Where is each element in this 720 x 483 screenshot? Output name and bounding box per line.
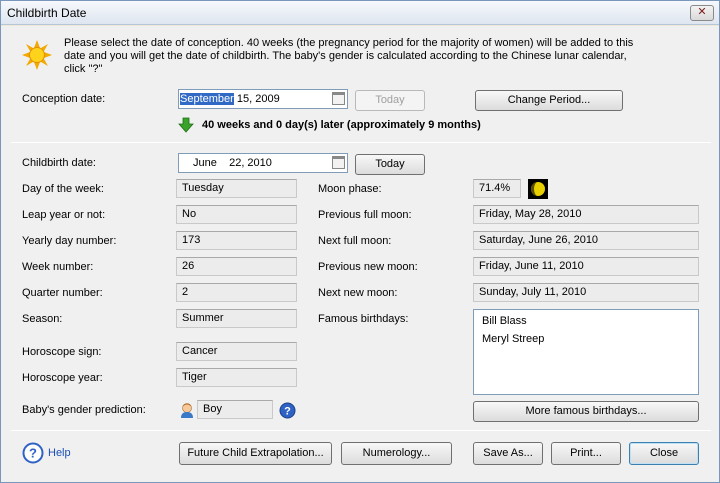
help-link[interactable]: Help xyxy=(48,447,71,459)
intro-line-3: click "?" xyxy=(64,63,103,75)
conception-month[interactable]: September xyxy=(180,93,234,105)
childbirth-date-window: Childbirth Date ✕ Please select the date… xyxy=(0,0,720,483)
famous-birthdays-label: Famous birthdays: xyxy=(318,313,409,325)
gender-help-button[interactable]: ? xyxy=(279,402,296,419)
next-full-moon-label: Next full moon: xyxy=(318,235,392,247)
more-famous-birthdays-button[interactable]: More famous birthdays... xyxy=(473,401,699,422)
next-new-moon-value: Sunday, July 11, 2010 xyxy=(473,283,699,302)
separator xyxy=(11,142,711,143)
intro-line-2: date and you will get the date of childb… xyxy=(64,50,627,62)
boy-icon xyxy=(181,403,193,418)
list-item[interactable]: Meryl Streep xyxy=(482,331,690,349)
conception-date-label: Conception date: xyxy=(22,93,106,105)
conception-date-picker[interactable]: September 15, 2009 xyxy=(178,89,348,109)
change-period-button[interactable]: Change Period... xyxy=(475,90,623,111)
season-label: Season: xyxy=(22,313,63,325)
previous-full-moon-label: Previous full moon: xyxy=(318,209,412,221)
yearly-day-number-label: Yearly day number: xyxy=(22,235,117,247)
dialog-body: Please select the date of conception. 40… xyxy=(1,26,719,482)
childbirth-date-label: Childbirth date: xyxy=(22,157,96,169)
print-button[interactable]: Print... xyxy=(551,442,621,465)
childbirth-today-button[interactable]: Today xyxy=(355,154,425,175)
previous-full-moon-value: Friday, May 28, 2010 xyxy=(473,205,699,224)
intro-line-1: Please select the date of conception. 40… xyxy=(64,37,634,49)
save-as-button[interactable]: Save As... xyxy=(473,442,543,465)
horoscope-year-value: Tiger xyxy=(176,368,297,387)
close-button[interactable]: Close xyxy=(629,442,699,465)
moon-phase-label: Moon phase: xyxy=(318,183,382,195)
sun-icon xyxy=(22,40,52,70)
next-full-moon-value: Saturday, June 26, 2010 xyxy=(473,231,699,250)
horoscope-sign-label: Horoscope sign: xyxy=(22,346,102,358)
gender-prediction-label: Baby's gender prediction: xyxy=(22,404,146,416)
window-close-button[interactable]: ✕ xyxy=(690,5,714,21)
previous-new-moon-label: Previous new moon: xyxy=(318,261,418,273)
title-bar: Childbirth Date ✕ xyxy=(1,1,719,25)
famous-birthdays-list[interactable]: Bill Blass Meryl Streep xyxy=(473,309,699,395)
moon-phase-value: 71.4% xyxy=(473,179,521,198)
leap-year-label: Leap year or not: xyxy=(22,209,106,221)
previous-new-moon-value: Friday, June 11, 2010 xyxy=(473,257,699,276)
calendar-icon[interactable] xyxy=(332,156,345,169)
conception-today-button[interactable]: Today xyxy=(355,90,425,111)
childbirth-date-picker[interactable]: June 22, 2010 xyxy=(178,153,348,173)
quarter-number-label: Quarter number: xyxy=(22,287,103,299)
moon-phase-icon xyxy=(528,179,548,199)
window-title: Childbirth Date xyxy=(7,6,87,20)
leap-year-value: No xyxy=(176,205,297,224)
day-of-week-label: Day of the week: xyxy=(22,183,104,195)
horoscope-sign-value: Cancer xyxy=(176,342,297,361)
help-icon[interactable]: ? xyxy=(22,442,44,464)
season-value: Summer xyxy=(176,309,297,328)
yearly-day-number-value: 173 xyxy=(176,231,297,250)
result-text: 40 weeks and 0 day(s) later (approximate… xyxy=(202,119,481,131)
future-child-extrapolation-button[interactable]: Future Child Extrapolation... xyxy=(179,442,332,465)
list-item[interactable]: Bill Blass xyxy=(482,313,690,331)
calendar-icon[interactable] xyxy=(332,92,345,105)
gender-value: Boy xyxy=(197,400,273,419)
conception-day-year[interactable]: 15, 2009 xyxy=(234,93,280,105)
help-icon-glyph: ? xyxy=(29,446,37,461)
week-number-label: Week number: xyxy=(22,261,94,273)
green-down-arrow-icon xyxy=(178,117,194,133)
horoscope-year-label: Horoscope year: xyxy=(22,372,103,384)
next-new-moon-label: Next new moon: xyxy=(318,287,398,299)
footer-separator xyxy=(11,430,711,431)
numerology-button[interactable]: Numerology... xyxy=(341,442,452,465)
week-number-value: 26 xyxy=(176,257,297,276)
day-of-week-value: Tuesday xyxy=(176,179,297,198)
quarter-number-value: 2 xyxy=(176,283,297,302)
childbirth-date-value[interactable]: June 22, 2010 xyxy=(193,157,272,169)
gender-help-glyph: ? xyxy=(284,406,291,418)
